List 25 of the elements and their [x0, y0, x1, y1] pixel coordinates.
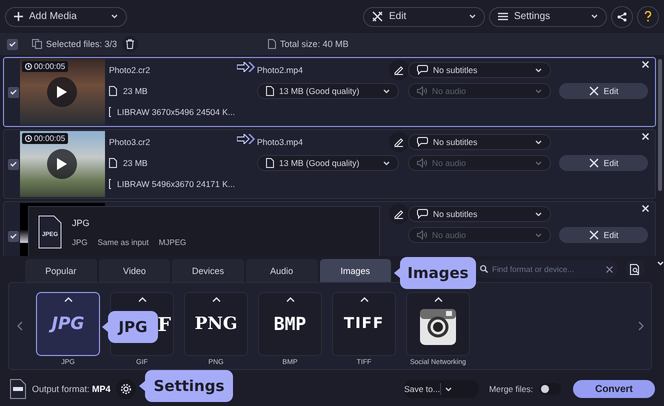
format-detail: MJPEG — [158, 238, 186, 246]
callout-tooltip: Images — [394, 257, 476, 289]
format-title: JPG — [72, 218, 91, 228]
source-file-name: Photo3.cr2 — [109, 137, 150, 147]
total-size: Total size: 40 MB — [280, 39, 349, 49]
output-file-name: Photo2.mp4 — [257, 65, 303, 75]
duration-badge: 00:00:05 — [22, 133, 68, 144]
format-logo: TIFF — [344, 314, 384, 332]
source-file-name: Photo2.cr2 — [109, 65, 150, 75]
callout-tooltip: JPG — [102, 311, 158, 343]
codec-info: LIBRAW 5496x3670 24171 K... — [117, 179, 235, 189]
callout-tooltip: Settings — [139, 370, 233, 402]
selected-files-count: Selected files: 3/3 — [46, 39, 118, 49]
output-file-name: Photo3.mp4 — [257, 137, 303, 147]
source-file-size: 23 MB — [123, 158, 148, 168]
format-logo: BMP — [274, 314, 306, 335]
format-detail: Same as input — [98, 238, 149, 246]
output-format: Output format: MP4 — [32, 384, 111, 394]
format-detail: JPG — [72, 238, 88, 246]
duration-badge: 00:00:05 — [22, 61, 68, 72]
format-logo: PNG — [194, 314, 238, 334]
source-file-size: 23 MB — [123, 86, 148, 96]
format-logo: F — [158, 314, 171, 336]
codec-info: LIBRAW 3670x5496 24504 K... — [117, 107, 235, 117]
merge-files-label: Merge files: — [489, 384, 533, 394]
